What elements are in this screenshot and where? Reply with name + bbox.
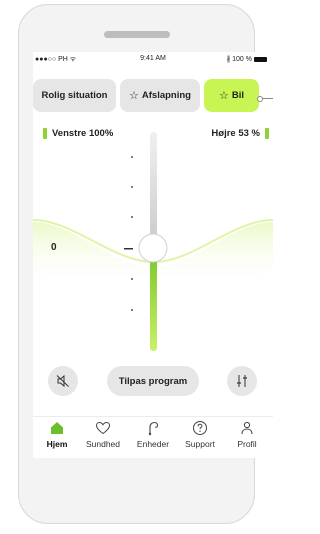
- home-icon: [51, 422, 63, 434]
- nav-divider: [33, 416, 273, 417]
- volume-slider-area: [33, 132, 273, 351]
- nav-item-hjem[interactable]: Hjem: [33, 420, 81, 449]
- slider-tick: [131, 186, 133, 188]
- slider-knob: [138, 233, 168, 263]
- question-icon: [193, 421, 207, 435]
- phone-speaker: [104, 31, 170, 38]
- program-label: Bil: [231, 90, 244, 101]
- nav-label: Support: [185, 439, 215, 449]
- slider-track-upper: [150, 132, 157, 249]
- nav-label: Profil: [237, 439, 257, 449]
- nav-item-enheder[interactable]: Enheder: [129, 420, 177, 449]
- star-outline-icon: ☆: [129, 90, 139, 102]
- battery-status: ∦ 100 %: [227, 55, 267, 63]
- nav-label: Hjem: [46, 439, 68, 449]
- slider-tick: [131, 278, 133, 280]
- adjust-program-button[interactable]: Tilpas program: [107, 366, 199, 396]
- battery-label: ∦ 100 %: [226, 56, 252, 63]
- slider-track-filled: [150, 248, 157, 351]
- active-program-connector: [262, 98, 273, 99]
- program-rolig-situation-button[interactable]: Rolig situation: [33, 79, 116, 112]
- star-outline-icon: ☆: [218, 90, 229, 102]
- nav-item-support[interactable]: Support: [176, 420, 224, 449]
- nav-label: Sundhed: [85, 439, 121, 449]
- status-bar: ●●●○○ PH ᯤ 9:41 AM ∦ 100 %: [33, 55, 273, 67]
- battery-icon: [254, 56, 267, 62]
- app-screen: ●●●○○ PH ᯤ 9:41 AM ∦ 100 % Rolig situati…: [33, 52, 273, 458]
- sliders-icon: [237, 375, 247, 387]
- nav-label: Enheder: [136, 439, 170, 449]
- slider-tick: [131, 309, 133, 311]
- zero-marker: [124, 248, 133, 250]
- nav-item-profil[interactable]: Profil: [223, 420, 271, 449]
- program-label: Afslapning: [141, 90, 191, 101]
- equalizer-button[interactable]: [227, 366, 257, 396]
- heart-icon: [95, 421, 111, 435]
- nav-item-sundhed[interactable]: Sundhed: [79, 420, 127, 449]
- bottom-navigation: Hjem Sundhed Enheder Support Profil: [33, 420, 273, 458]
- slider-tick: [131, 156, 133, 158]
- volume-value-label: 0: [51, 242, 57, 253]
- person-icon: [241, 421, 253, 435]
- program-afslapning-button[interactable]: ☆ Afslapning: [120, 79, 200, 112]
- slider-tick: [131, 216, 133, 218]
- program-label: Rolig situation: [41, 90, 108, 101]
- mute-button[interactable]: [48, 366, 78, 396]
- speaker-muted-icon: [56, 374, 69, 388]
- hearing-aid-icon: [148, 421, 159, 436]
- program-bil-button[interactable]: ☆ Bil: [204, 79, 259, 112]
- active-program-indicator: [257, 96, 263, 102]
